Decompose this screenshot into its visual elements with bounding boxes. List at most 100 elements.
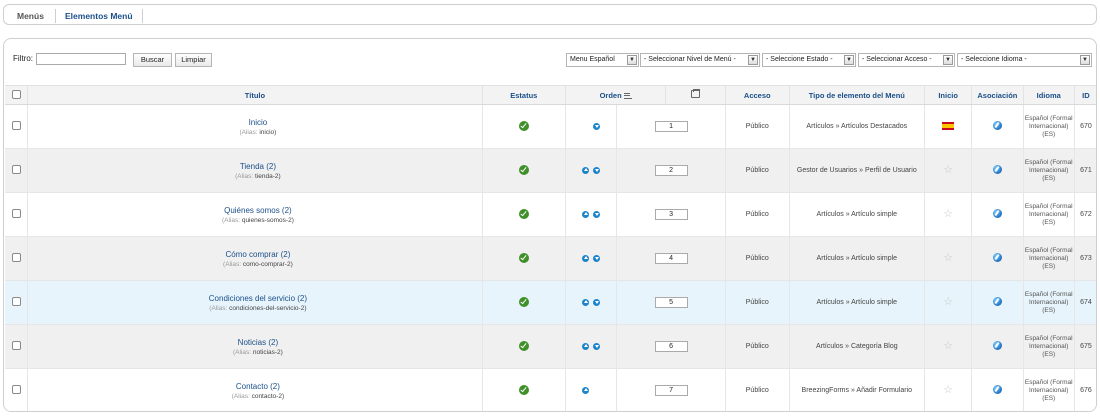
order-input[interactable]: 5 bbox=[654, 297, 688, 308]
move-down-icon[interactable] bbox=[593, 166, 601, 174]
alias-label: (Alias: bbox=[221, 216, 241, 224]
row-checkbox[interactable] bbox=[11, 385, 21, 394]
published-check-icon[interactable] bbox=[518, 120, 529, 131]
language-select[interactable]: - Seleccione Idioma - ▼ bbox=[957, 53, 1092, 67]
star-icon[interactable]: ☆ bbox=[943, 252, 953, 264]
move-down-icon[interactable] bbox=[593, 342, 601, 350]
header-save-order[interactable] bbox=[665, 85, 726, 105]
spain-flag-icon[interactable] bbox=[942, 121, 955, 130]
table-row: Quiénes somos (2) (Alias: quienes-somos-2… bbox=[5, 192, 1096, 237]
home-cell: ☆ bbox=[924, 236, 972, 281]
move-up-icon[interactable] bbox=[582, 210, 590, 218]
move-up-icon[interactable] bbox=[582, 254, 590, 262]
order-input[interactable]: 4 bbox=[654, 253, 688, 264]
item-title-link[interactable]: Condiciones del servicio (2) bbox=[34, 294, 482, 303]
published-check-icon[interactable] bbox=[518, 252, 529, 263]
item-alias: (Alias: noticias-2) bbox=[232, 348, 283, 356]
menu-select[interactable]: Menu Español ▼ bbox=[566, 53, 639, 67]
order-input-cell: 1 bbox=[616, 104, 726, 149]
type-cell: BreezingForms » Añadir Formulario bbox=[788, 368, 925, 411]
header-title[interactable]: Título bbox=[27, 85, 483, 105]
move-down-icon[interactable] bbox=[593, 254, 601, 262]
status-cell bbox=[481, 148, 566, 193]
order-input-cell: 5 bbox=[616, 280, 726, 325]
move-down-icon[interactable] bbox=[593, 210, 601, 218]
order-input[interactable]: 3 bbox=[654, 209, 688, 220]
association-icon[interactable] bbox=[992, 121, 1002, 130]
table-row: Condiciones del servicio (2) (Alias: cond… bbox=[5, 280, 1096, 325]
star-icon[interactable]: ☆ bbox=[943, 208, 953, 220]
id-cell: 674 bbox=[1073, 280, 1096, 325]
row-checkbox[interactable] bbox=[11, 209, 21, 218]
association-icon[interactable] bbox=[992, 165, 1002, 174]
header-access[interactable]: Acceso bbox=[724, 85, 790, 105]
published-check-icon[interactable] bbox=[518, 164, 529, 175]
access-cell: Público bbox=[724, 368, 790, 411]
row-checkbox[interactable] bbox=[11, 165, 21, 174]
star-icon[interactable]: ☆ bbox=[943, 340, 953, 352]
select-all-checkbox[interactable] bbox=[11, 89, 21, 99]
move-up-icon[interactable] bbox=[582, 386, 590, 394]
association-icon[interactable] bbox=[992, 253, 1002, 262]
state-select[interactable]: - Seleccione Estado - ▼ bbox=[762, 53, 856, 67]
order-arrows-cell bbox=[564, 236, 617, 281]
star-icon[interactable]: ☆ bbox=[943, 384, 953, 396]
row-checkbox[interactable] bbox=[11, 341, 21, 350]
level-select[interactable]: - Seleccionar Nivel de Menú - ▼ bbox=[640, 53, 760, 67]
item-title-link[interactable]: Cómo comprar (2) bbox=[34, 250, 482, 259]
access-cell: Público bbox=[724, 104, 790, 149]
filter-label: Filtro: bbox=[13, 54, 33, 63]
star-icon[interactable]: ☆ bbox=[943, 164, 953, 176]
published-check-icon[interactable] bbox=[518, 296, 529, 307]
row-checkbox[interactable] bbox=[11, 297, 21, 306]
move-up-icon[interactable] bbox=[582, 166, 590, 174]
move-up-icon[interactable] bbox=[582, 342, 590, 350]
header-status[interactable]: Estatus bbox=[481, 85, 566, 105]
item-title-link[interactable]: Inicio bbox=[34, 118, 482, 127]
order-input[interactable]: 1 bbox=[654, 121, 688, 132]
item-title-link[interactable]: Noticias (2) bbox=[34, 338, 482, 347]
header-order[interactable]: Orden bbox=[564, 85, 666, 105]
move-down-icon[interactable] bbox=[593, 298, 601, 306]
row-checkbox[interactable] bbox=[11, 121, 21, 130]
tab-menus[interactable]: Menús bbox=[11, 9, 50, 23]
access-select[interactable]: - Seleccionar Acceso - ▼ bbox=[858, 53, 955, 67]
header-order-label: Orden bbox=[599, 90, 622, 100]
language-text: Español (Formal Internacional) (ES) bbox=[1024, 378, 1073, 402]
association-icon[interactable] bbox=[992, 297, 1002, 306]
association-icon[interactable] bbox=[992, 209, 1002, 218]
id-cell: 676 bbox=[1073, 368, 1096, 411]
published-check-icon[interactable] bbox=[518, 384, 529, 395]
item-alias: (Alias: inicio) bbox=[239, 128, 277, 136]
tab-menu-items[interactable]: Elementos Menú bbox=[55, 9, 143, 23]
order-input[interactable]: 2 bbox=[654, 165, 688, 176]
published-check-icon[interactable] bbox=[518, 208, 529, 219]
item-alias: (Alias: como-comprar-2) bbox=[223, 260, 293, 268]
published-check-icon[interactable] bbox=[518, 340, 529, 351]
order-input[interactable]: 6 bbox=[654, 341, 688, 352]
save-order-icon[interactable] bbox=[691, 89, 701, 98]
clear-button[interactable]: Limpiar bbox=[175, 53, 212, 67]
row-checkbox-cell bbox=[5, 368, 28, 411]
item-title-link[interactable]: Contacto (2) bbox=[34, 382, 482, 391]
header-id[interactable]: ID bbox=[1073, 85, 1096, 105]
header-home[interactable]: Inicio bbox=[924, 85, 972, 105]
search-button[interactable]: Buscar bbox=[133, 53, 172, 67]
association-icon[interactable] bbox=[992, 341, 1002, 350]
item-title-link[interactable]: Tienda (2) bbox=[34, 162, 482, 171]
association-icon[interactable] bbox=[992, 385, 1002, 394]
order-input[interactable]: 7 bbox=[654, 385, 688, 396]
star-icon[interactable]: ☆ bbox=[943, 296, 953, 308]
header-association: Asociación bbox=[971, 85, 1024, 105]
row-checkbox[interactable] bbox=[11, 253, 21, 262]
row-checkbox-cell bbox=[5, 324, 28, 369]
header-language[interactable]: Idioma bbox=[1022, 85, 1075, 105]
move-up-icon[interactable] bbox=[582, 298, 590, 306]
order-arrows-cell bbox=[564, 324, 617, 369]
order-input-cell: 4 bbox=[616, 236, 726, 281]
filter-search-input[interactable] bbox=[36, 53, 126, 65]
chevron-down-icon: ▼ bbox=[844, 55, 854, 65]
header-type[interactable]: Tipo de elemento del Menú bbox=[788, 85, 925, 105]
item-title-link[interactable]: Quiénes somos (2) bbox=[34, 206, 482, 215]
move-down-icon[interactable] bbox=[593, 122, 601, 130]
